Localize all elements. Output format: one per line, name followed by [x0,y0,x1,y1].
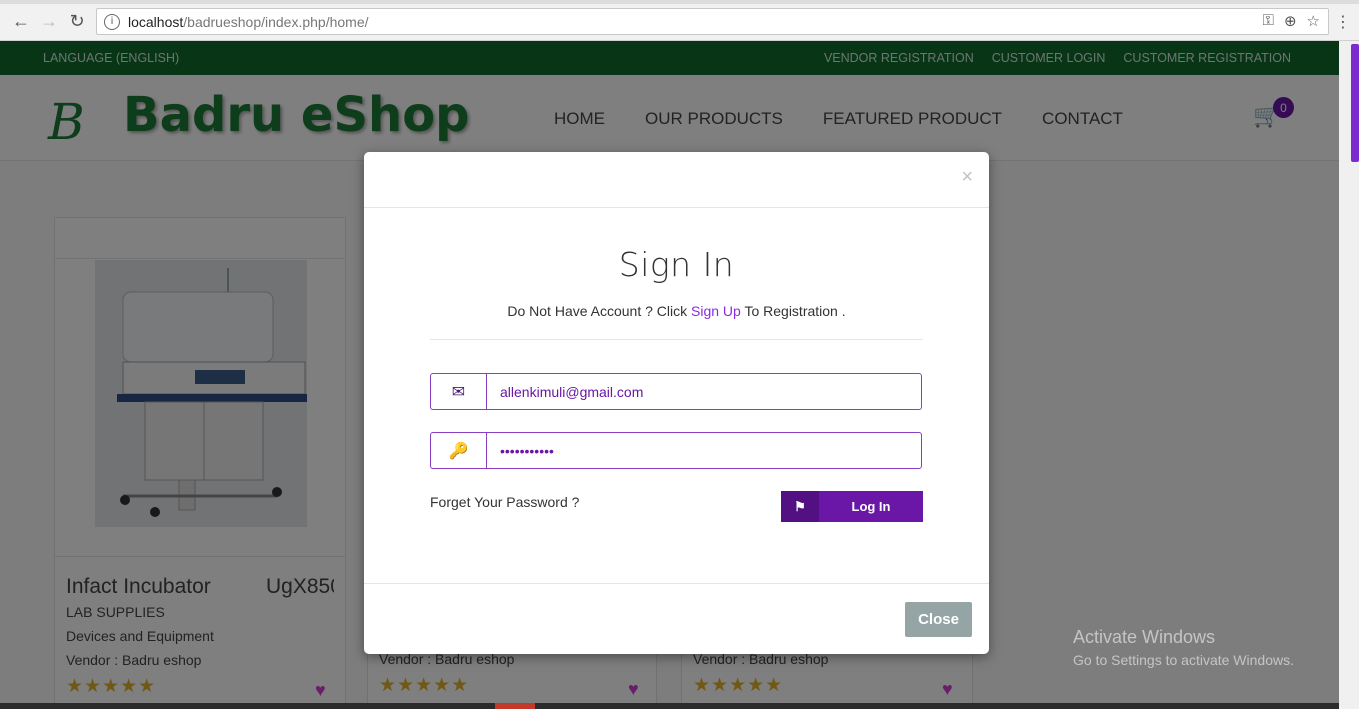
taskbar-app[interactable] [495,703,535,709]
scrollbar-thumb[interactable] [1351,44,1359,162]
forward-icon[interactable]: → [38,10,60,32]
email-field[interactable] [486,373,922,410]
back-icon[interactable]: ← [10,10,32,32]
key-icon: 🔑 [430,432,486,469]
tab-strip [0,0,1359,4]
activate-windows-subtitle: Go to Settings to activate Windows. [1073,652,1294,668]
login-button[interactable]: ⚑ Log In [781,491,923,522]
info-icon[interactable]: i [104,13,120,30]
signup-prompt: Do Not Have Account ? Click Sign Up To R… [364,303,989,319]
modal-divider [430,339,923,340]
email-input-group: ✉ [430,373,922,410]
password-input-group: 🔑 [430,432,922,469]
close-button[interactable]: Close [905,602,972,637]
signin-modal: × Sign In Do Not Have Account ? Click Si… [364,152,989,654]
browser-menu-icon[interactable]: ⋮ [1335,12,1351,32]
forgot-password-link[interactable]: Forget Your Password ? [430,494,579,510]
tag-icon: ⚑ [781,491,819,522]
url-host: localhost [128,13,184,30]
signup-prompt-text-end: To Registration . [740,303,846,319]
password-field[interactable] [486,432,922,469]
os-taskbar [0,703,1339,709]
bookmark-star-icon[interactable]: ☆ [1307,12,1320,30]
modal-title: Sign In [618,245,735,284]
envelope-icon: ✉ [430,373,486,410]
signup-link[interactable]: Sign Up [691,303,741,319]
login-button-label: Log In [851,499,891,514]
modal-footer: Close [364,583,989,654]
zoom-icon[interactable]: ⊕ [1284,12,1297,30]
reload-icon[interactable]: ↻ [66,10,88,32]
signup-prompt-text: Do Not Have Account ? Click [507,303,692,319]
key-icon[interactable]: ⚿ [1263,12,1274,30]
activate-windows-title: Activate Windows [1073,627,1216,647]
browser-toolbar: ← → ↻ i localhost/badrueshop/index.php/h… [0,0,1359,41]
modal-header: × [364,152,989,208]
close-icon[interactable]: × [961,166,973,189]
address-bar[interactable]: i localhost/badrueshop/index.php/home/ ⚿… [96,8,1329,35]
url-path: /badrueshop/index.php/home/ [183,13,369,30]
